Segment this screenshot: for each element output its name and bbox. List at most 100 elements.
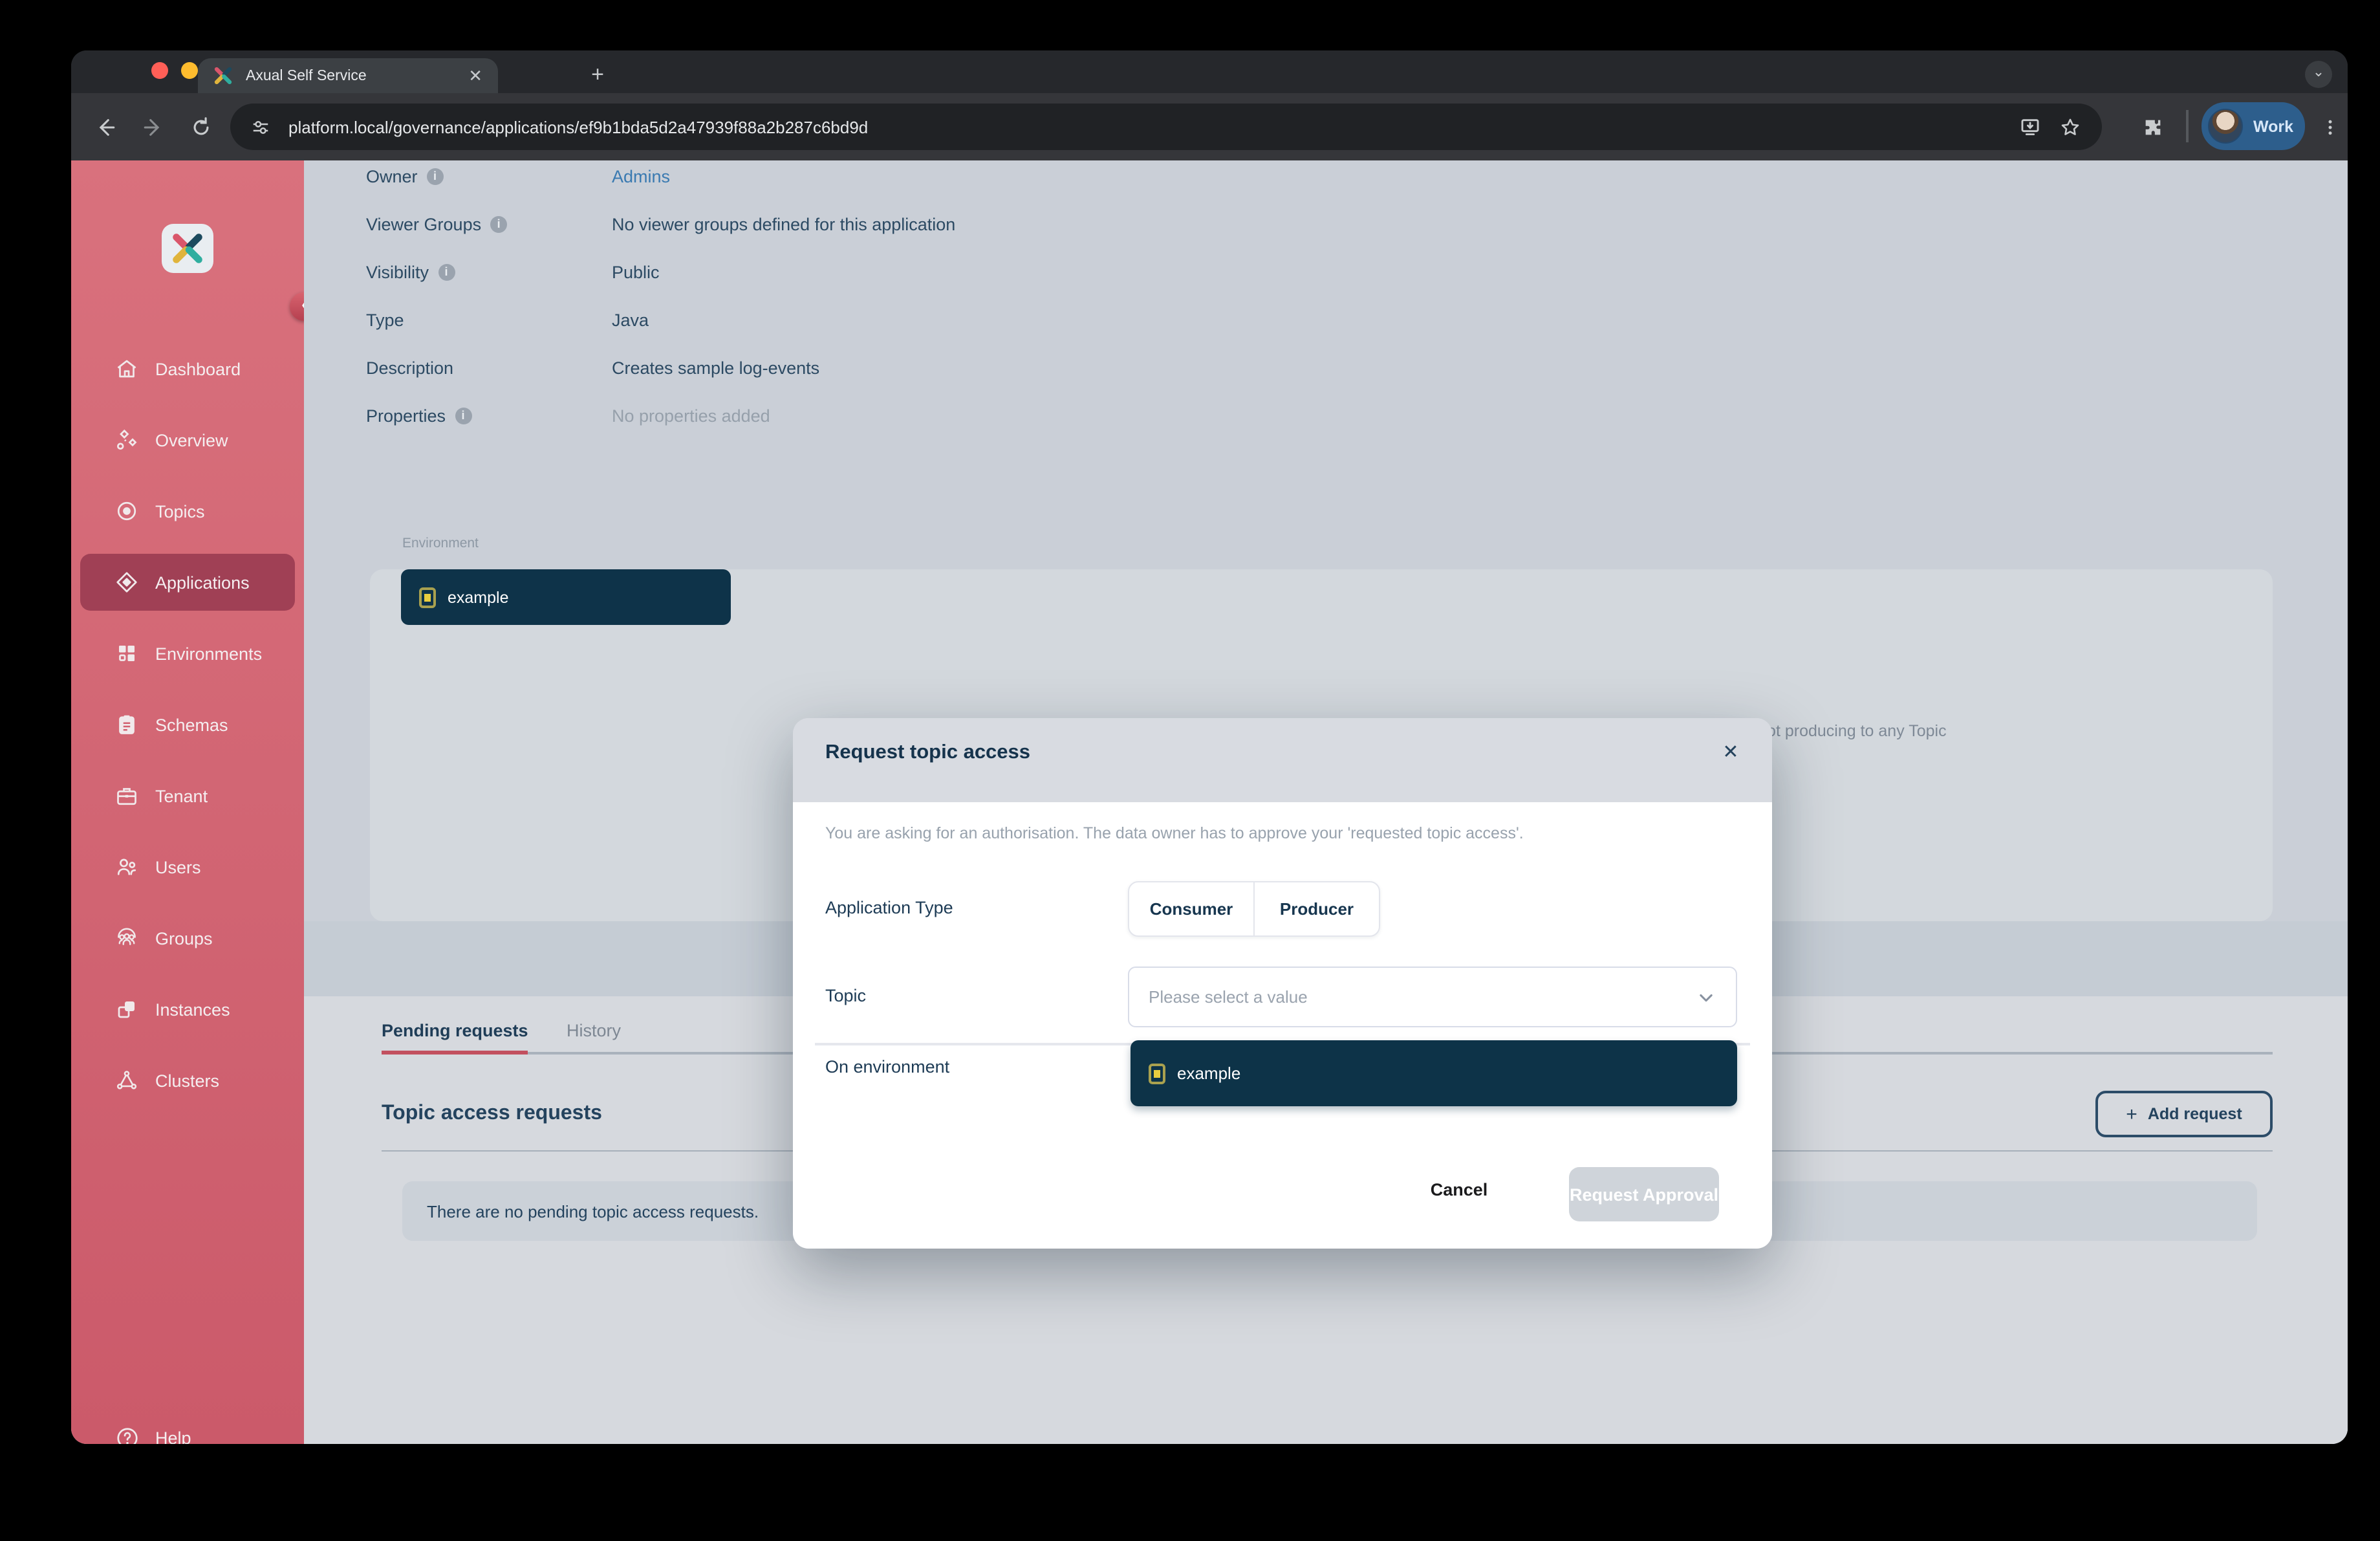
modal-close-icon[interactable]: ✕: [1718, 740, 1744, 766]
tab-search-icon[interactable]: ⌄: [2305, 61, 2332, 88]
add-request-button[interactable]: + Add request: [2095, 1091, 2273, 1137]
sidebar-item-dashboard[interactable]: Dashboard: [80, 340, 295, 397]
sidebar-item-environments[interactable]: Environments: [80, 625, 295, 682]
topic-select[interactable]: Please select a value: [1128, 967, 1737, 1027]
tab-title: Axual Self Service: [246, 68, 367, 83]
forward-icon[interactable]: [132, 106, 173, 148]
site-settings-icon[interactable]: [251, 117, 270, 137]
detail-label: Type: [366, 310, 404, 329]
applications-diamond-icon: [114, 569, 140, 595]
browser-window: Axual Self Service ✕ + ⌄ platform.local/…: [71, 50, 2348, 1444]
detail-value: Public: [612, 262, 660, 281]
cancel-button[interactable]: Cancel: [1401, 1180, 1517, 1199]
detail-row-properties: Properties i No properties added: [366, 400, 770, 431]
traffic-light-close[interactable]: [151, 62, 168, 79]
sidebar-item-label: Clusters: [155, 1071, 220, 1090]
reload-icon[interactable]: [180, 106, 221, 148]
environment-chip-background[interactable]: example: [401, 569, 731, 625]
extensions-puzzle-icon[interactable]: [2132, 106, 2173, 148]
topic-target-icon: [114, 498, 140, 524]
modal-environment-chip-label: example: [1177, 1064, 1241, 1083]
new-tab-button[interactable]: +: [581, 58, 614, 92]
detail-label: Properties: [366, 406, 446, 425]
info-icon[interactable]: i: [438, 263, 455, 280]
chevron-down-icon: [1697, 988, 1715, 1006]
section-heading: Topic access requests: [382, 1102, 602, 1124]
tab-close-icon[interactable]: ✕: [468, 65, 482, 86]
detail-row-visibility: Visibility i Public: [366, 256, 660, 287]
browser-tab[interactable]: Axual Self Service ✕: [198, 58, 498, 93]
detail-label: Viewer Groups: [366, 214, 482, 234]
sidebar: ‹ Dashboard Overview Topics Applications: [71, 160, 318, 1444]
sidebar-item-instances[interactable]: Instances: [80, 981, 295, 1038]
tenant-briefcase-icon: [114, 783, 140, 809]
environment-card-label: Environment: [402, 536, 479, 551]
detail-row-description: Description Creates sample log-events: [366, 352, 819, 383]
detail-row-type: Type Java: [366, 304, 649, 335]
modal-environment-chip[interactable]: example: [1130, 1040, 1737, 1106]
environment-chip-label: example: [448, 588, 509, 606]
environment-chip-icon: [1149, 1063, 1165, 1084]
sidebar-item-help[interactable]: Help: [80, 1409, 295, 1444]
detail-value: No viewer groups defined for this applic…: [612, 214, 956, 234]
detail-label: Visibility: [366, 262, 429, 281]
empty-state-text: There are no pending topic access reques…: [427, 1201, 759, 1221]
sidebar-item-topics[interactable]: Topics: [80, 483, 295, 540]
consumer-button[interactable]: Consumer: [1129, 882, 1255, 935]
on-environment-label: On environment: [825, 1057, 950, 1077]
info-icon[interactable]: i: [490, 215, 508, 232]
url-text[interactable]: platform.local/governance/applications/e…: [288, 117, 2019, 137]
browser-toolbar: platform.local/governance/applications/e…: [71, 93, 2348, 160]
sidebar-item-label: Environments: [155, 644, 263, 663]
sidebar-item-schemas[interactable]: Schemas: [80, 696, 295, 753]
overview-shapes-icon: [114, 427, 140, 453]
sidebar-item-applications[interactable]: Applications: [80, 554, 295, 611]
browser-menu-dots-icon[interactable]: [2309, 106, 2348, 148]
sidebar-item-label: Topics: [155, 501, 205, 521]
topic-label: Topic: [825, 986, 867, 1005]
clusters-triangle-icon: [114, 1067, 140, 1093]
topic-select-placeholder: Please select a value: [1149, 987, 1308, 1007]
toolbar-separator: [2186, 110, 2189, 142]
info-icon[interactable]: i: [426, 168, 444, 184]
sidebar-item-label: Tenant: [155, 786, 208, 805]
address-bar[interactable]: platform.local/governance/applications/e…: [230, 104, 2102, 150]
detail-row-owner: Owner i Admins: [366, 160, 670, 191]
environments-grid-icon: [114, 640, 140, 666]
profile-name: Work: [2253, 117, 2294, 135]
users-icon: [114, 854, 140, 880]
sidebar-item-groups[interactable]: Groups: [80, 910, 295, 967]
active-tab-underline: [382, 1051, 528, 1055]
home-icon: [114, 356, 140, 382]
sidebar-item-label: Overview: [155, 430, 228, 450]
browser-tab-strip: Axual Self Service ✕ + ⌄: [71, 50, 2348, 93]
owner-link[interactable]: Admins: [612, 166, 670, 186]
profile-chip[interactable]: Work: [2202, 102, 2305, 150]
back-icon[interactable]: [84, 106, 125, 148]
schemas-clipboard-icon: [114, 712, 140, 738]
favicon-axual-icon: [213, 66, 233, 85]
sidebar-item-label: Help: [155, 1428, 191, 1444]
help-icon: [114, 1425, 140, 1444]
traffic-light-minimize[interactable]: [181, 62, 198, 79]
sidebar-item-label: Schemas: [155, 715, 228, 734]
tab-pending-requests[interactable]: Pending requests: [382, 1021, 528, 1040]
tab-history[interactable]: History: [567, 1021, 621, 1040]
detail-label: Owner: [366, 166, 418, 186]
sidebar-item-users[interactable]: Users: [80, 838, 295, 895]
sidebar-item-label: Users: [155, 857, 201, 877]
bookmark-star-icon[interactable]: [2059, 116, 2081, 138]
modal-helper-text: You are asking for an authorisation. The…: [825, 824, 1524, 842]
sidebar-item-tenant[interactable]: Tenant: [80, 767, 295, 824]
sidebar-item-clusters[interactable]: Clusters: [80, 1052, 295, 1109]
sidebar-item-overview[interactable]: Overview: [80, 411, 295, 468]
add-request-label: Add request: [2147, 1105, 2242, 1123]
application-type-label: Application Type: [825, 898, 953, 917]
producer-button[interactable]: Producer: [1255, 882, 1379, 935]
request-approval-button[interactable]: Request Approval: [1569, 1167, 1719, 1221]
sidebar-item-label: Groups: [155, 928, 213, 948]
info-icon[interactable]: i: [455, 407, 472, 424]
detail-row-viewer-groups: Viewer Groups i No viewer groups defined …: [366, 208, 955, 239]
install-icon[interactable]: [2019, 116, 2041, 138]
screenshot-stage: Axual Self Service ✕ + ⌄ platform.local/…: [0, 0, 2380, 1541]
